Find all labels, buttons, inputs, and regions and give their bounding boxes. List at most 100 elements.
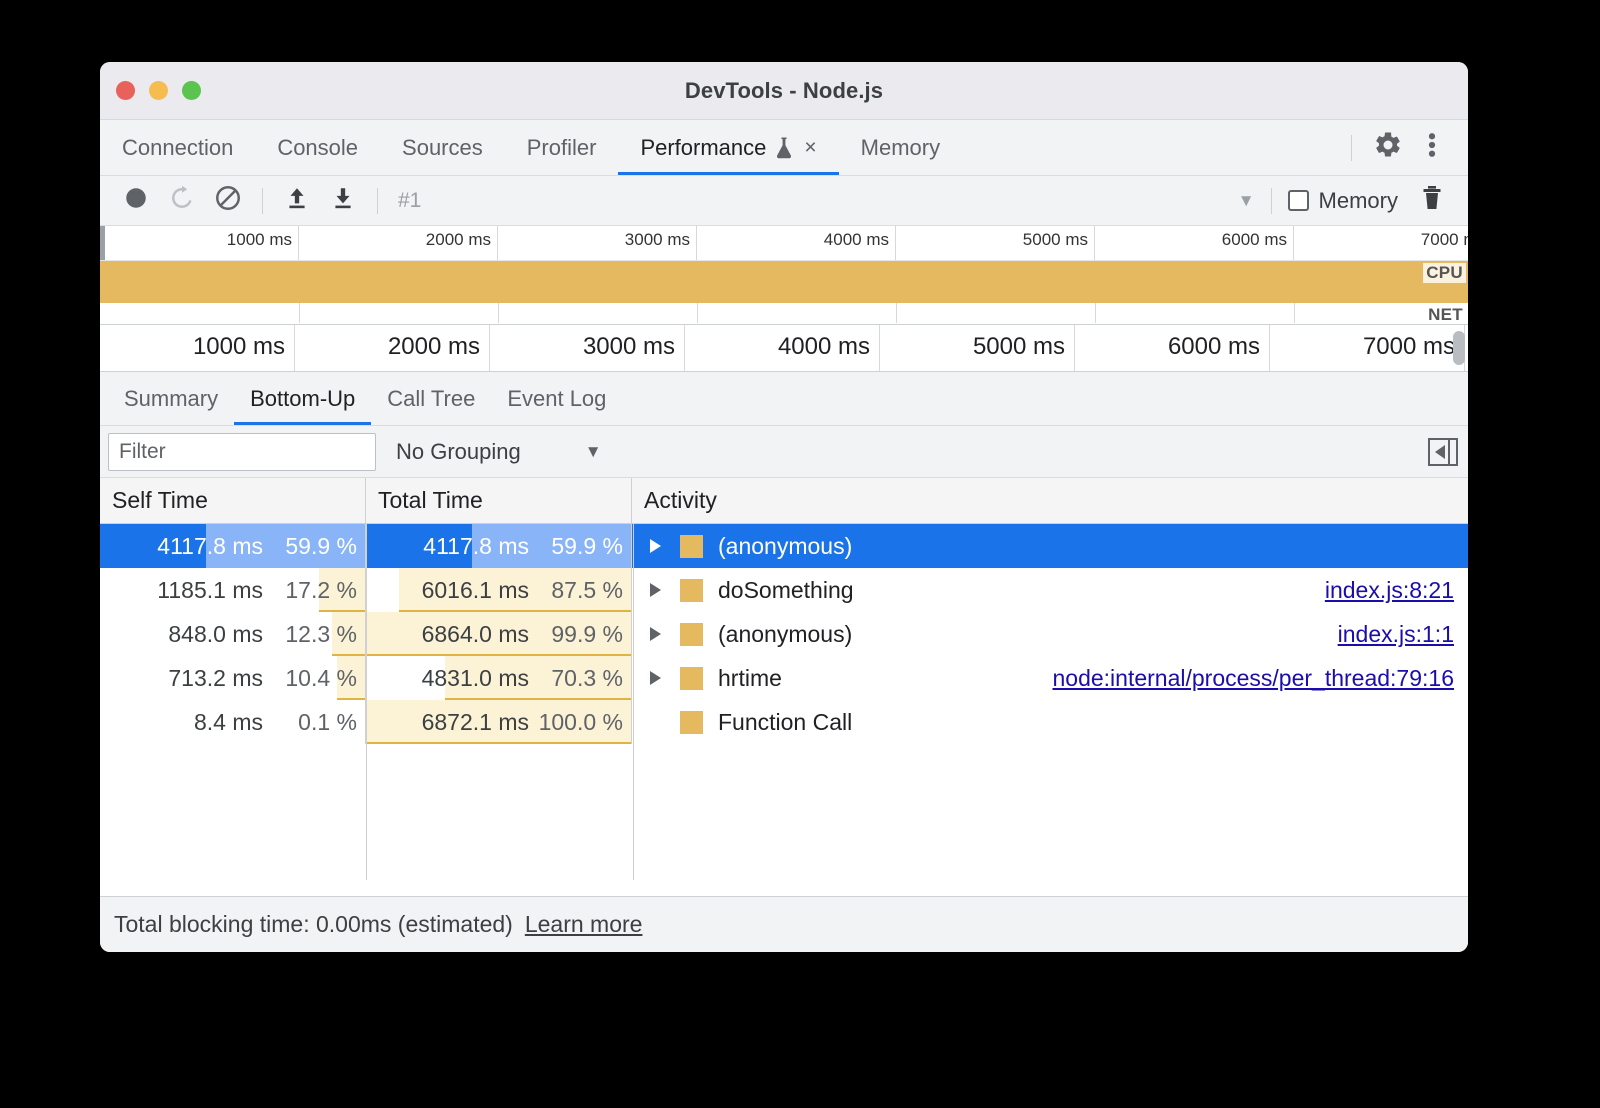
column-header-self-time[interactable]: Self Time [100, 478, 366, 523]
cell-activity: Function Call [632, 700, 1468, 744]
status-bar: Total blocking time: 0.00ms (estimated) … [100, 896, 1468, 952]
total-time-pct: 87.5 % [529, 577, 623, 604]
total-time-value: 4831.0 ms 70.3 % [422, 665, 631, 692]
column-header-total-time[interactable]: Total Time [366, 478, 632, 523]
reload-and-record-button[interactable] [160, 181, 204, 221]
tab-label: Sources [402, 135, 483, 161]
more-options-button[interactable] [1412, 128, 1452, 168]
close-icon[interactable]: × [802, 137, 816, 158]
settings-button[interactable] [1368, 128, 1408, 168]
total-time-ms: 6016.1 ms [422, 577, 529, 604]
category-color-swatch [680, 667, 703, 690]
ruler-tick-label: 7000 ms [1363, 333, 1455, 361]
ruler-tick-label: 1000 ms [193, 333, 285, 361]
self-time-value: 848.0 ms 12.3 % [168, 621, 365, 648]
column-separator [366, 524, 367, 880]
tab-label: Memory [861, 135, 940, 161]
overview-net-label: NET [1425, 305, 1466, 325]
expand-triangle-icon[interactable] [644, 671, 666, 685]
table-row[interactable]: 1185.1 ms 17.2 % 6016.1 ms 87.5 % [100, 568, 1468, 612]
activity-name: doSomething [718, 577, 854, 604]
divider [262, 188, 263, 214]
grouping-dropdown[interactable]: No Grouping ▼ [396, 439, 602, 465]
overview-ruler: 1000 ms 2000 ms 3000 ms 4000 ms 5000 ms … [100, 226, 1468, 261]
tab-console[interactable]: Console [255, 120, 380, 175]
tab-memory[interactable]: Memory [839, 120, 962, 175]
table-row[interactable]: 8.4 ms 0.1 % 6872.1 ms 100.0 % [100, 700, 1468, 744]
tab-summary[interactable]: Summary [108, 372, 234, 425]
timeline-overview[interactable]: 1000 ms 2000 ms 3000 ms 4000 ms 5000 ms … [100, 226, 1468, 325]
datagrid-header: Self Time Total Time Activity [100, 478, 1468, 524]
self-time-pct: 0.1 % [263, 709, 357, 736]
total-time-value: 6872.1 ms 100.0 % [422, 709, 631, 736]
cell-activity: doSomething index.js:8:21 [632, 568, 1468, 612]
expand-triangle-icon[interactable] [644, 539, 666, 553]
table-row[interactable]: 713.2 ms 10.4 % 4831.0 ms 70.3 % [100, 656, 1468, 700]
filter-toolbar: No Grouping ▼ [100, 426, 1468, 478]
delete-profile-button[interactable] [1410, 181, 1454, 221]
ruler-tick-label: 4000 ms [778, 333, 870, 361]
self-time-value: 4117.8 ms 59.9 % [157, 533, 365, 560]
cell-total-time: 4831.0 ms 70.3 % [366, 656, 632, 700]
record-circle-icon [123, 185, 149, 216]
overview-tick-label: 1000 ms [227, 230, 292, 250]
search-input[interactable] [108, 433, 376, 471]
tab-profiler[interactable]: Profiler [505, 120, 619, 175]
detail-tab-strip: Summary Bottom-Up Call Tree Event Log [100, 372, 1468, 426]
ruler-tick-label: 6000 ms [1168, 333, 1260, 361]
tab-performance[interactable]: Performance × [618, 120, 838, 175]
window-titlebar: DevTools - Node.js [100, 62, 1468, 120]
divider [1271, 188, 1272, 214]
tab-event-log[interactable]: Event Log [491, 372, 622, 425]
bottom-up-datagrid: Self Time Total Time Activity 4117.8 ms … [100, 478, 1468, 880]
show-sidebar-icon[interactable] [1428, 438, 1458, 466]
self-time-ms: 848.0 ms [168, 621, 263, 648]
tab-bottom-up[interactable]: Bottom-Up [234, 372, 371, 425]
tab-label: Bottom-Up [250, 386, 355, 412]
checkbox-box[interactable] [1288, 190, 1309, 211]
activity-name: (anonymous) [718, 533, 852, 560]
cell-self-time: 1185.1 ms 17.2 % [100, 568, 366, 612]
flamechart-ruler[interactable]: 1000 ms 2000 ms 3000 ms 4000 ms 5000 ms … [100, 325, 1468, 372]
gear-icon [1373, 130, 1403, 165]
source-location-link[interactable]: index.js:8:21 [1325, 577, 1454, 604]
memory-checkbox[interactable]: Memory [1284, 188, 1398, 214]
tab-sources[interactable]: Sources [380, 120, 505, 175]
source-location-link[interactable]: node:internal/process/per_thread:79:16 [1052, 665, 1454, 692]
load-profile-button[interactable] [275, 181, 319, 221]
source-location-link[interactable]: index.js:1:1 [1338, 621, 1454, 648]
clear-button[interactable] [206, 181, 250, 221]
cell-self-time: 8.4 ms 0.1 % [100, 700, 366, 744]
profile-selector-label[interactable]: #1 [390, 189, 421, 213]
expand-triangle-icon[interactable] [644, 627, 666, 641]
chevron-down-icon: ▼ [585, 442, 602, 462]
total-time-pct: 70.3 % [529, 665, 623, 692]
table-row[interactable]: 848.0 ms 12.3 % 6864.0 ms 99.9 % [100, 612, 1468, 656]
expand-triangle-icon[interactable] [644, 583, 666, 597]
total-time-ms: 4831.0 ms [422, 665, 529, 692]
total-time-ms: 6872.1 ms [422, 709, 529, 736]
tab-label: Event Log [507, 386, 606, 412]
window-title: DevTools - Node.js [100, 78, 1468, 104]
tab-connection[interactable]: Connection [100, 120, 255, 175]
tab-call-tree[interactable]: Call Tree [371, 372, 491, 425]
learn-more-link[interactable]: Learn more [525, 911, 643, 938]
save-profile-button[interactable] [321, 181, 365, 221]
kebab-menu-icon [1428, 130, 1436, 165]
self-time-ms: 4117.8 ms [157, 533, 263, 560]
activity-name: hrtime [718, 665, 782, 692]
datagrid-body: 4117.8 ms 59.9 % 4117.8 ms 59.9 % [100, 524, 1468, 744]
record-button[interactable] [114, 181, 158, 221]
total-time-value: 6016.1 ms 87.5 % [422, 577, 631, 604]
total-time-ms: 4117.8 ms [423, 533, 529, 560]
total-time-pct: 100.0 % [529, 709, 623, 736]
cell-self-time: 848.0 ms 12.3 % [100, 612, 366, 656]
table-row[interactable]: 4117.8 ms 59.9 % 4117.8 ms 59.9 % [100, 524, 1468, 568]
self-time-pct: 10.4 % [263, 665, 357, 692]
chevron-down-icon[interactable]: ▼ [1238, 191, 1259, 211]
column-header-activity[interactable]: Activity [632, 478, 1468, 523]
trash-icon [1420, 185, 1444, 216]
vertical-scrollbar-thumb[interactable] [1453, 331, 1465, 365]
total-time-pct: 99.9 % [529, 621, 623, 648]
activity-name: Function Call [718, 709, 852, 736]
